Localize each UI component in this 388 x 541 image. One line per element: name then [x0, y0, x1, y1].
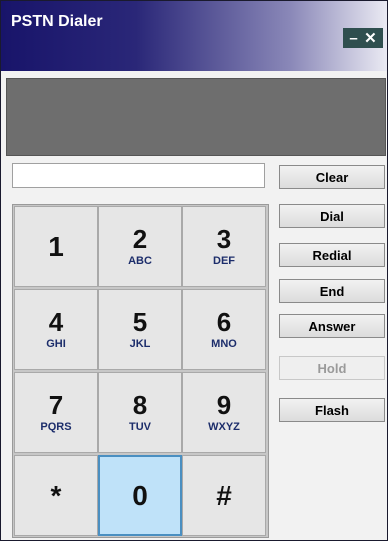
- key-letters: TUV: [129, 421, 151, 433]
- key-letters: GHI: [46, 338, 66, 350]
- key-digit: #: [216, 479, 232, 511]
- key-0[interactable]: 0: [98, 455, 182, 536]
- flash-button[interactable]: Flash: [279, 398, 385, 422]
- answer-button[interactable]: Answer: [279, 314, 385, 338]
- key-3[interactable]: 3 DEF: [182, 206, 266, 287]
- key-8[interactable]: 8 TUV: [98, 372, 182, 453]
- key-digit: 0: [132, 479, 148, 511]
- key-letters: PQRS: [40, 421, 72, 433]
- key-letters: JKL: [129, 338, 151, 350]
- title-bar[interactable]: PSTN Dialer – ✕: [1, 1, 387, 71]
- window-controls: – ✕: [343, 28, 383, 48]
- minimize-icon[interactable]: –: [349, 31, 357, 46]
- key-digit: 8: [132, 390, 148, 420]
- key-digit: 4: [48, 307, 64, 337]
- key-digit: 1: [48, 230, 64, 262]
- key-digit: *: [50, 479, 62, 511]
- key-letters: DEF: [213, 255, 235, 267]
- end-button[interactable]: End: [279, 279, 385, 303]
- close-icon[interactable]: ✕: [364, 31, 377, 46]
- hold-button[interactable]: Hold: [279, 356, 385, 380]
- key-hash[interactable]: #: [182, 455, 266, 536]
- key-1[interactable]: 1: [14, 206, 98, 287]
- dial-button[interactable]: Dial: [279, 204, 385, 228]
- key-letters: ABC: [128, 255, 152, 267]
- redial-button[interactable]: Redial: [279, 243, 385, 267]
- clear-button[interactable]: Clear: [279, 165, 385, 189]
- key-letters: WXYZ: [208, 421, 240, 433]
- dialer-window: PSTN Dialer – ✕ Clear Dial Redial End An…: [0, 0, 388, 541]
- key-digit: 3: [216, 224, 232, 254]
- key-digit: 5: [132, 307, 148, 337]
- window-title: PSTN Dialer: [11, 13, 103, 30]
- key-2[interactable]: 2 ABC: [98, 206, 182, 287]
- key-digit: 2: [132, 224, 148, 254]
- key-star[interactable]: *: [14, 455, 98, 536]
- key-7[interactable]: 7 PQRS: [14, 372, 98, 453]
- key-5[interactable]: 5 JKL: [98, 289, 182, 370]
- key-4[interactable]: 4 GHI: [14, 289, 98, 370]
- key-digit: 7: [48, 390, 64, 420]
- key-letters: MNO: [211, 338, 237, 350]
- key-9[interactable]: 9 WXYZ: [182, 372, 266, 453]
- key-digit: 6: [216, 307, 232, 337]
- key-digit: 9: [216, 390, 232, 420]
- phone-number-input[interactable]: [12, 163, 265, 188]
- call-display-screen: [6, 78, 386, 156]
- key-6[interactable]: 6 MNO: [182, 289, 266, 370]
- keypad: 1 2 ABC 3 DEF 4 GHI 5 JKL 6 MNO 7 PQRS 8…: [12, 204, 269, 538]
